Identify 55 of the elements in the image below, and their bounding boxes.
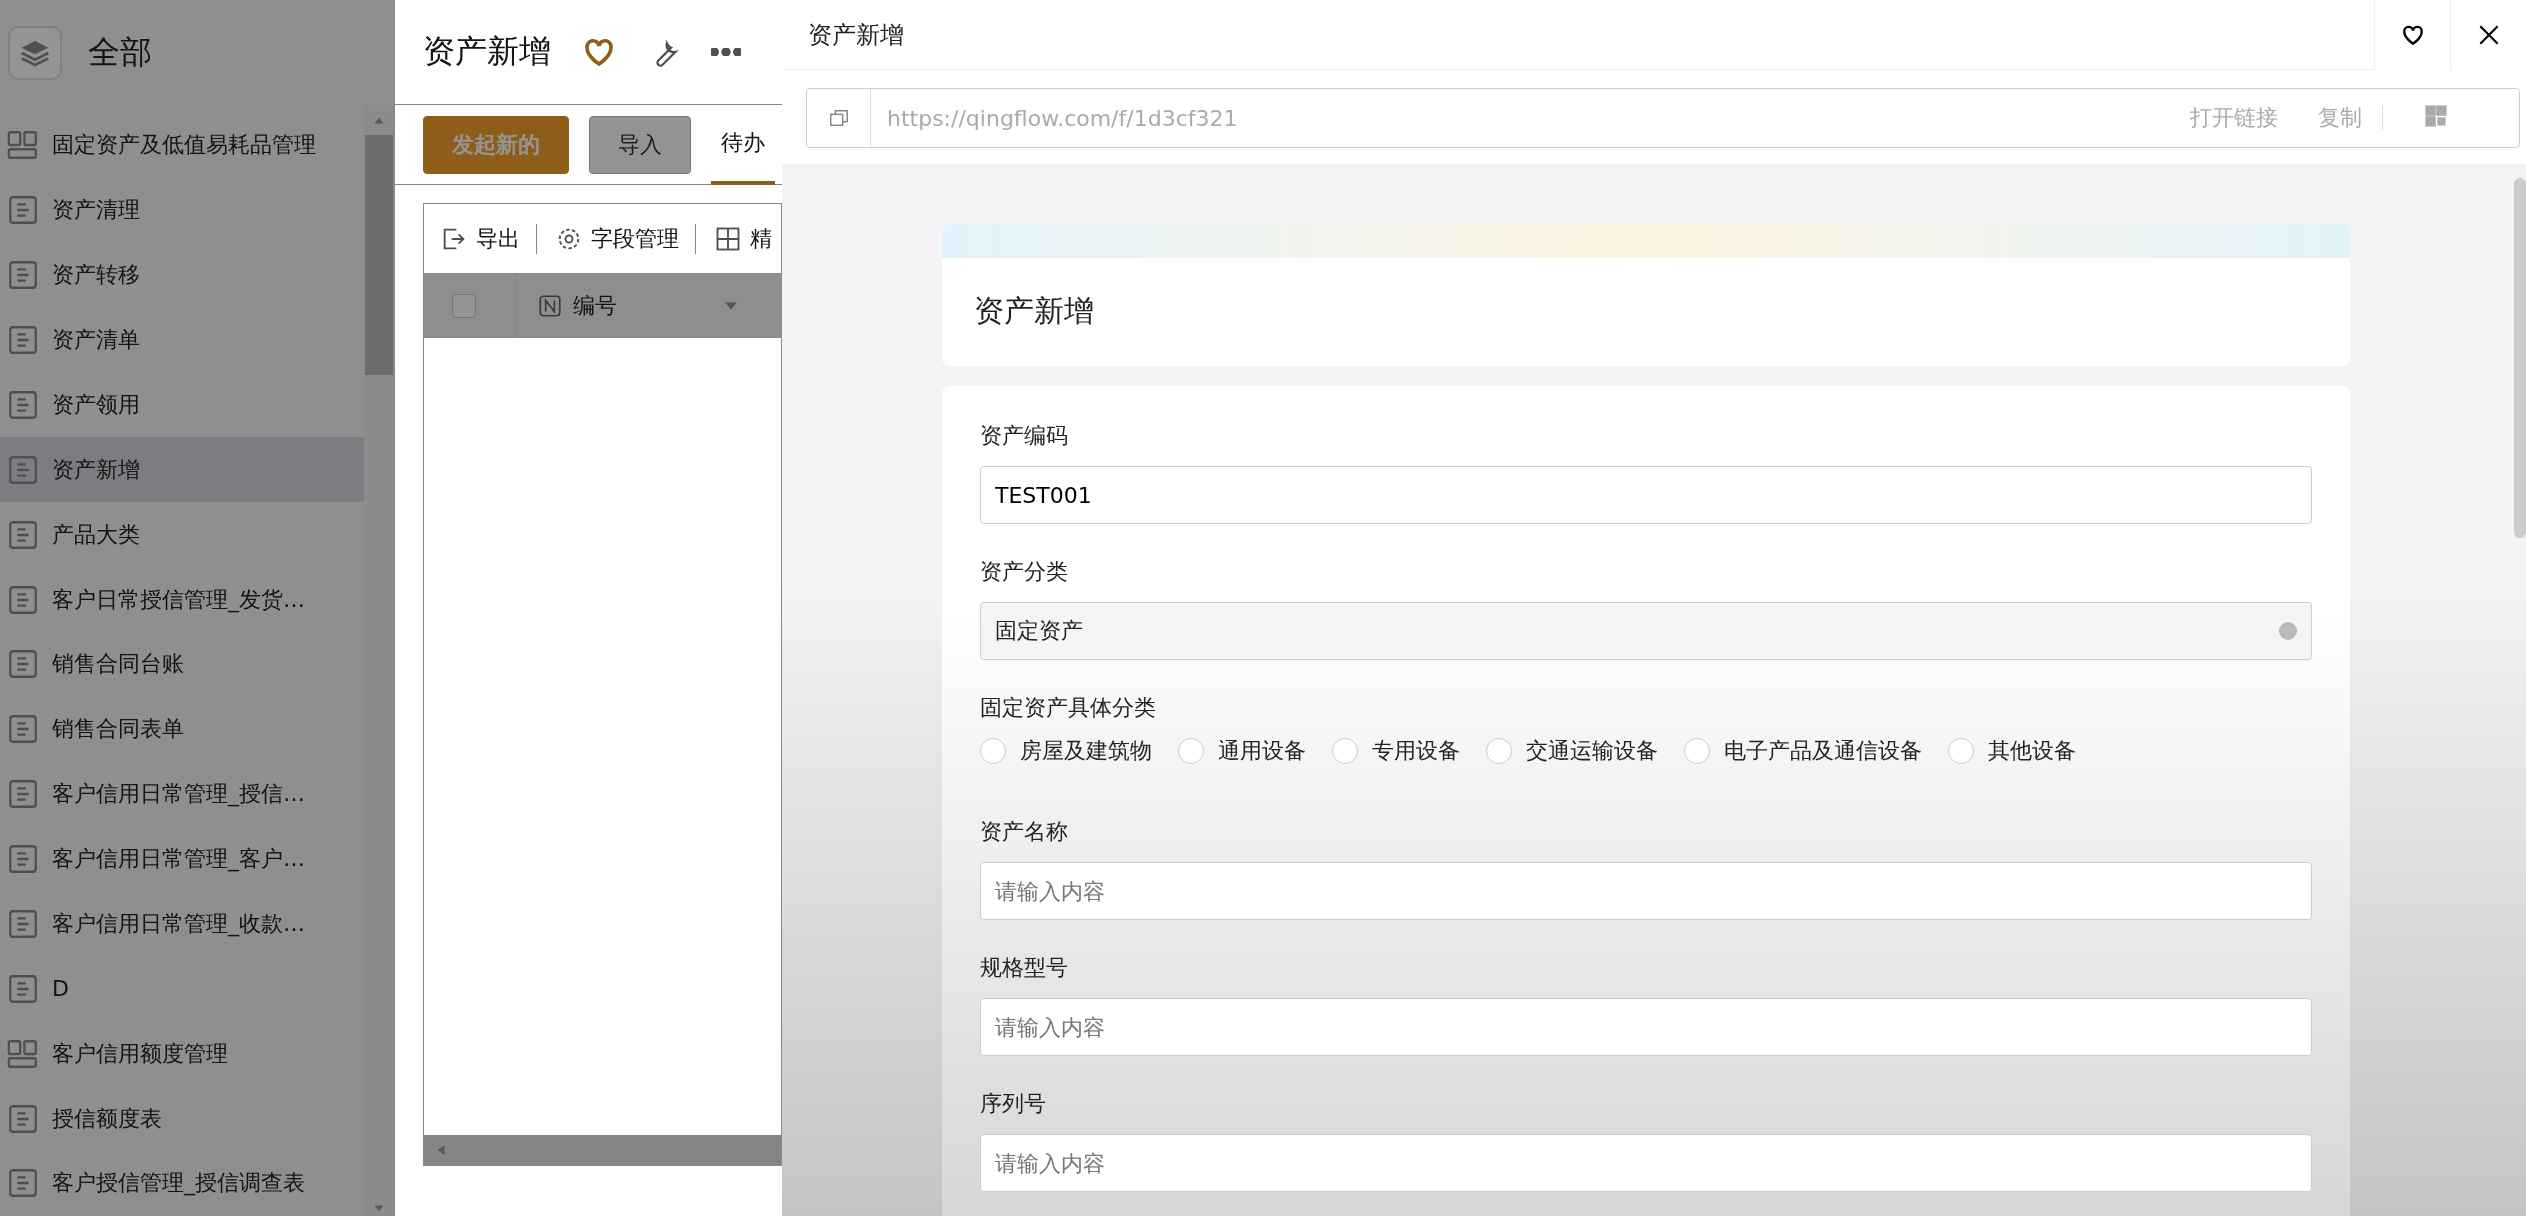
layers-icon <box>8 25 62 80</box>
field-label: 序列号 <box>980 1090 1047 1118</box>
more-icon <box>711 48 741 56</box>
radio-option[interactable]: 交通运输设备 <box>1486 736 1658 766</box>
workspace-title: 全部 <box>88 31 152 73</box>
drawer-title: 资产新增 <box>807 19 905 51</box>
toolbar-action[interactable]: 字段管理 <box>555 223 696 254</box>
number-field-icon <box>537 292 563 319</box>
sidebar-item[interactable]: 销售合同台账 <box>0 632 364 697</box>
input-field[interactable]: 请输入内容 <box>980 862 2312 920</box>
scrollbar-thumb[interactable] <box>365 135 393 375</box>
radio-option[interactable]: 电子产品及通信设备 <box>1684 736 1922 766</box>
radio-option[interactable]: 通用设备 <box>1178 736 1306 766</box>
toolbar-action[interactable]: 导出 <box>440 223 537 254</box>
sidebar-item[interactable]: 资产转移 <box>0 242 364 308</box>
sidebar-item[interactable]: 客户日常授信管理_发货… <box>0 567 364 632</box>
sidebar-item[interactable]: 客户授信管理_授信调查表 <box>0 1151 364 1216</box>
clear-icon[interactable] <box>2279 622 2297 640</box>
radio-option[interactable]: 房屋及建筑物 <box>980 736 1152 766</box>
field-label: 资产分类 <box>980 558 1069 586</box>
sidebar-item[interactable]: 产品大类 <box>0 502 364 568</box>
sidebar-item[interactable]: 资产清单 <box>0 307 364 373</box>
sidebar-item[interactable]: 资产新增 <box>0 437 364 503</box>
sidebar-item[interactable]: 客户信用额度管理 <box>0 1021 364 1087</box>
field-label: 固定资产具体分类 <box>980 694 1157 722</box>
tab[interactable]: 待办 <box>711 104 775 185</box>
sidebar-item[interactable]: 客户信用日常管理_授信… <box>0 761 364 827</box>
field-label: 资产编码 <box>980 422 1069 450</box>
input-field[interactable]: 请输入内容 <box>980 1134 2312 1192</box>
sidebar-item[interactable]: 固定资产及低值易耗品管理 <box>0 113 364 178</box>
qr-code-icon <box>2423 102 2449 129</box>
sidebar-item[interactable]: 销售合同表单 <box>0 696 364 762</box>
form-title: 资产新增 <box>974 291 1094 330</box>
select-all-checkbox[interactable] <box>452 293 476 318</box>
sidebar-item[interactable]: 资产领用 <box>0 372 364 438</box>
field-label: 资产名称 <box>980 818 1069 846</box>
sidebar-item[interactable]: D <box>0 956 364 1022</box>
sidebar-item[interactable]: 授信额度表 <box>0 1086 364 1151</box>
page-title: 资产新增 <box>423 31 551 72</box>
sidebar-item[interactable]: 客户信用日常管理_收款… <box>0 891 364 957</box>
scrollbar[interactable] <box>2514 178 2526 538</box>
import-button[interactable]: 导入 <box>589 115 691 174</box>
copy-icon <box>827 107 850 129</box>
sidebar-item[interactable]: 资产清理 <box>0 177 364 243</box>
horizontal-scrollbar[interactable] <box>424 1135 781 1165</box>
scrollbar[interactable] <box>364 105 394 1216</box>
sidebar-item[interactable]: 客户信用日常管理_客户… <box>0 826 364 892</box>
favorite-button[interactable] <box>2374 0 2450 70</box>
radio-option[interactable]: 其他设备 <box>1948 736 2076 766</box>
url-text: https://qingflow.com/f/1d3cf321 <box>886 105 1239 131</box>
input-field[interactable]: TEST001 <box>980 466 2312 524</box>
field-label: 规格型号 <box>980 954 1069 982</box>
input-field[interactable]: 请输入内容 <box>980 998 2312 1056</box>
radio-option[interactable]: 专用设备 <box>1332 736 1460 766</box>
select-field[interactable]: 固定资产 <box>980 602 2312 660</box>
